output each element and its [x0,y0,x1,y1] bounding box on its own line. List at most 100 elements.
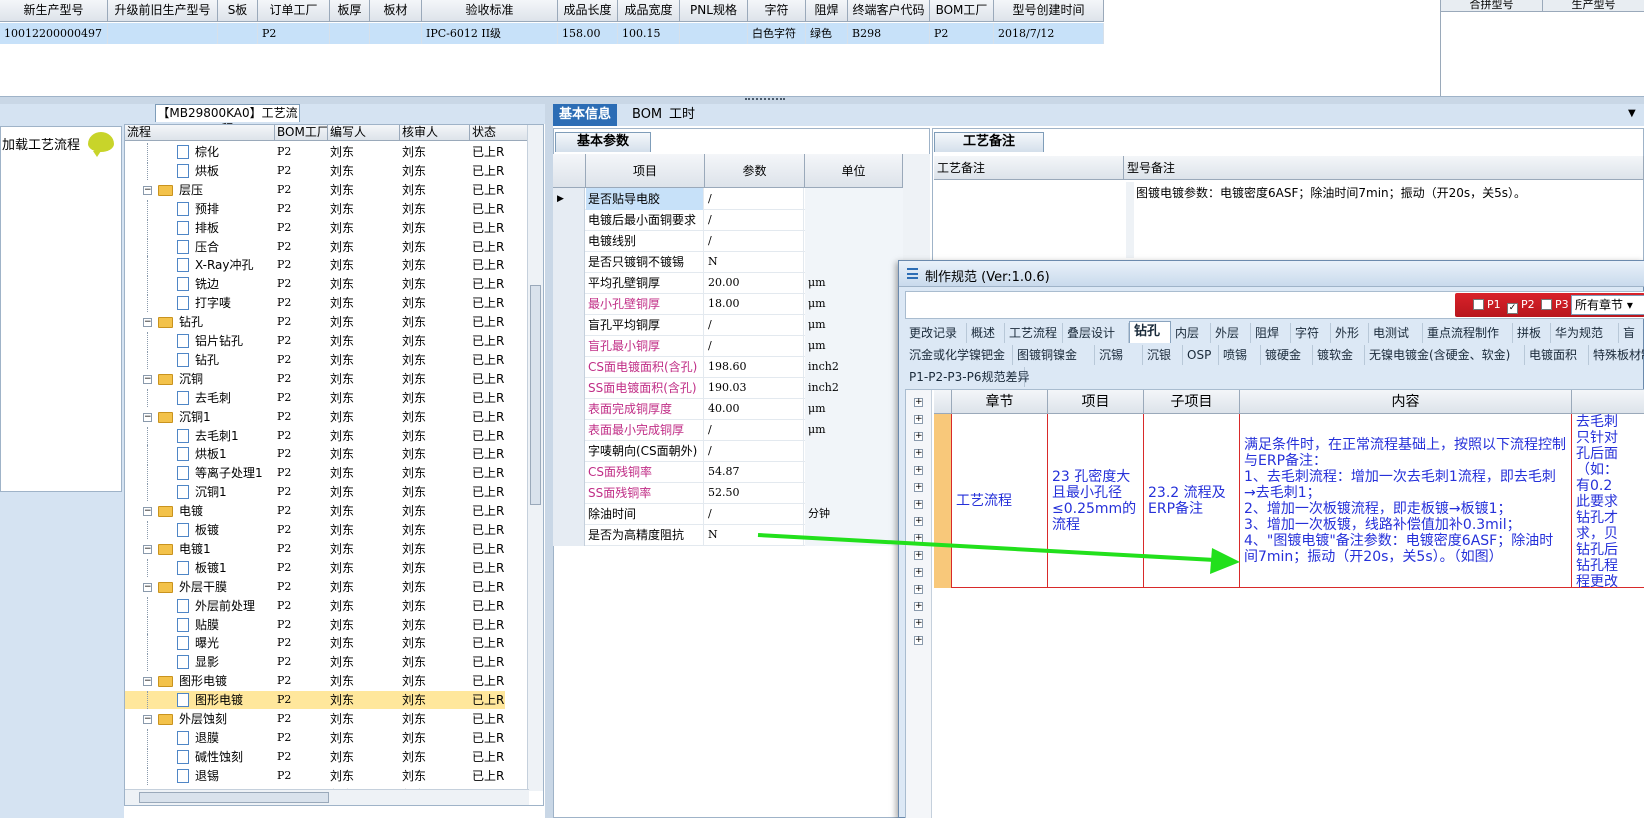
tree-row[interactable]: 铣边 P2 刘东 刘东 已上R [125,275,505,294]
spec-tab[interactable]: 镀硬金 [1261,345,1313,365]
tree-row[interactable]: 钻孔 P2 刘东 刘东 已上R [125,350,505,369]
tab-bom[interactable]: BOM [626,104,668,126]
spec-tab[interactable]: 工艺流程 [1005,323,1063,343]
spec-tab[interactable]: P1-P2-P3-P6规范差异 [905,367,1029,387]
tree-row[interactable]: − 电镀 P2 刘东 刘东 已上R [125,502,505,520]
model-cell[interactable]: 158.00 [558,23,618,44]
tree-horizontal-scrollbar[interactable] [125,789,529,805]
model-col-header[interactable]: 新生产型号 [0,0,108,21]
filter-p1-checkbox[interactable]: P1 [1473,297,1501,313]
collapse-icon[interactable]: − [143,374,152,384]
spec-tab[interactable]: 拼板 [1513,323,1551,343]
spec-tab[interactable]: 重点流程制作 [1423,323,1513,343]
tab-work-hours[interactable]: 工时 [663,104,701,126]
param-value[interactable]: / [705,209,804,231]
param-value[interactable]: 20.00 [705,272,804,294]
param-row[interactable]: 电镀后最小面铜要求 / [553,209,930,231]
param-row[interactable]: 表面最小完成铜厚 / μm [553,419,930,441]
model-cell[interactable] [370,23,422,44]
spec-cell-extra[interactable]: 去毛刺 只针对 孔后面 （如： 有0.2 此要求 钻孔才 求，贝 钻孔后 钻孔程… [1572,414,1644,588]
tab-process-remarks[interactable]: 工艺备注 [934,132,1044,152]
tree-row[interactable]: − 图形电镀 P2 刘东 刘东 已上R [125,672,505,690]
spec-tab[interactable]: 无镍电镀金(含硬金、软金) [1365,345,1525,365]
tree-vertical-scrollbar[interactable] [527,125,543,791]
spec-tab[interactable]: 沉银 [1143,345,1183,365]
process-flow-tab[interactable]: 【MB29800KA0】工艺流程 [155,104,300,136]
expand-icon[interactable]: + [914,398,923,407]
spec-tab[interactable]: 图镀铜镍金 [1013,345,1095,365]
model-cell[interactable]: 白色字符 [748,23,806,44]
param-value[interactable]: / [705,419,804,441]
collapse-icon[interactable]: − [143,544,152,554]
model-cell[interactable] [108,23,218,44]
param-value[interactable]: N [705,251,804,273]
model-col-header[interactable]: 成品长度 [558,0,618,21]
spec-tab[interactable]: 盲 [1619,323,1644,343]
model-cell[interactable]: 绿色 [806,23,848,44]
tree-row[interactable]: 预排 P2 刘东 刘东 已上R [125,199,505,218]
collapse-icon[interactable]: − [143,715,152,724]
model-col-header[interactable]: BOM工厂 [930,0,994,21]
remarks-col-process[interactable]: 工艺备注 [934,156,1124,180]
tree-row[interactable]: 外层前处理 P2 刘东 刘东 已上R [125,596,505,615]
spec-cell-chapter[interactable]: 工艺流程 [952,414,1048,588]
expand-icon[interactable]: + [914,432,923,441]
expand-icon[interactable]: + [914,534,923,543]
model-cell[interactable]: IPC-6012 II级 [422,23,558,44]
model-col-header[interactable]: 升级前旧生产型号 [108,0,218,21]
tree-row[interactable]: 图形电镀 P2 刘东 刘东 已上R [125,691,505,710]
tree-row[interactable]: 板镀 P2 刘东 刘东 已上R [125,521,505,539]
collapse-icon[interactable]: − [143,677,152,687]
tree-row[interactable]: 烘板1 P2 刘东 刘东 已上R [125,445,505,464]
spec-cell-subitem[interactable]: 23.2 流程及ERP备注 [1144,414,1240,588]
spec-tab[interactable]: 喷锡 [1219,345,1261,365]
model-col-header[interactable]: 验收标准 [422,0,558,21]
chapter-select[interactable]: 所有章节 ▾ [1571,295,1644,315]
tree-col-reviewer[interactable]: 核审人 [400,125,470,140]
param-value[interactable]: / [705,335,804,357]
params-col-item[interactable]: 项目 [586,154,705,188]
expand-icon[interactable]: + [914,483,923,492]
param-value[interactable]: / [705,230,804,252]
param-value[interactable]: 198.60 [705,356,804,378]
load-flow-label[interactable]: 加载工艺流程 [2,134,80,153]
param-row[interactable]: SS面电镀面积(含孔) 190.03 inch2 [553,377,930,399]
spec-tab[interactable]: 电测试 [1369,323,1423,343]
model-cell[interactable]: B298 [848,23,930,44]
model-cell[interactable]: 2018/7/12 [994,23,1104,44]
model-cell[interactable]: 10012200000497 [0,23,108,44]
spec-tab[interactable]: 概述 [967,323,1005,343]
tree-row[interactable]: 退锡 P2 刘东 刘东 已上R [125,766,505,785]
spec-tab[interactable]: 外层 [1211,323,1251,343]
model-cell[interactable] [680,23,748,44]
spec-cell-item[interactable]: 23 孔密度大且最小孔径≤0.25mm的流程 [1048,414,1144,588]
param-value[interactable]: 40.00 [705,398,804,420]
spec-tab[interactable]: 内层 [1171,323,1211,343]
chat-bubble-icon[interactable] [88,132,114,157]
model-cell[interactable] [330,23,370,44]
tree-row[interactable]: − 外层蚀刻 P2 刘东 刘东 已上R [125,710,505,728]
filter-p2-checkbox[interactable]: ✓ P2 [1507,297,1535,314]
model-col-header[interactable]: 字符 [748,0,806,21]
spec-tab[interactable]: 字符 [1291,323,1331,343]
expand-icon[interactable]: + [914,517,923,526]
tab-basic-params[interactable]: 基本参数 [555,132,651,152]
spec-tab[interactable]: 钻孔 [1129,321,1171,343]
tree-row[interactable]: 压合 P2 刘东 刘东 已上R [125,237,505,256]
tree-row[interactable]: − 层压 P2 刘东 刘东 已上R [125,181,505,199]
expand-icon[interactable]: + [914,602,923,611]
param-row[interactable]: 字唛朝向(CS面朝外) / [553,440,930,462]
spec-col-content[interactable]: 内容 [1240,390,1572,414]
expand-icon[interactable]: + [914,449,923,458]
tree-scroll-thumb[interactable] [530,285,541,505]
expand-icon[interactable]: + [914,500,923,509]
param-row[interactable]: CS面电镀面积(含孔) 198.60 inch2 [553,356,930,378]
model-col-header[interactable]: PNL规格 [680,0,748,21]
chevron-down-icon[interactable]: ▼ [1628,108,1636,119]
remarks-scrollbar[interactable] [1126,182,1134,258]
tree-row[interactable]: 显影 P2 刘东 刘东 已上R [125,653,505,672]
params-col-value[interactable]: 参数 [705,154,805,188]
param-row[interactable]: 是否为高精度阻抗 N [553,524,930,546]
spec-tab[interactable]: 叠层设计 [1063,323,1129,343]
tree-row[interactable]: 沉铜1 P2 刘东 刘东 已上R [125,483,505,502]
